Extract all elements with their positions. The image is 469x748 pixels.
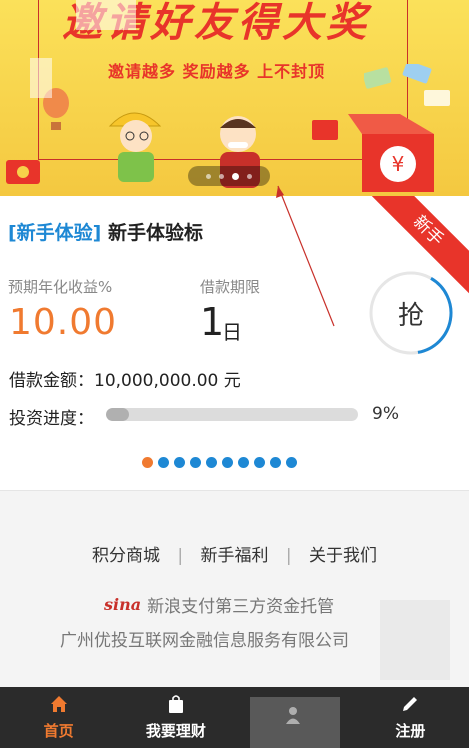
rate-value: 10.00 xyxy=(9,302,118,343)
progress-bar xyxy=(106,408,358,421)
bag-icon xyxy=(168,695,183,713)
tab-label: 注册 xyxy=(395,722,426,740)
page: 邀请好友得大奖 邀请越多 奖励越多 上不封顶 ¥ 新手 [新手体验] 新手体验标… xyxy=(0,0,469,748)
term-label: 借款期限 xyxy=(200,278,261,296)
worker-character-illustration xyxy=(108,112,162,182)
tab-invest[interactable]: 我要理财 xyxy=(117,687,234,748)
pager-dot[interactable] xyxy=(206,457,217,468)
pager-dot[interactable] xyxy=(174,457,185,468)
promo-banner[interactable]: 邀请好友得大奖 邀请越多 奖励越多 上不封顶 ¥ xyxy=(0,0,469,196)
red-envelope-illustration xyxy=(312,120,338,140)
banner-subtitle: 邀请越多 奖励越多 上不封顶 xyxy=(108,62,326,81)
product-name: 新手体验标 xyxy=(108,222,204,244)
custody-text: 新浪支付第三方资金托管 xyxy=(147,597,335,617)
tab-label: 首页 xyxy=(43,722,74,740)
progress-label: 投资进度： xyxy=(9,409,94,429)
carousel-dot[interactable] xyxy=(247,173,252,179)
buy-button[interactable]: 抢 xyxy=(369,271,453,355)
flying-bill-illustration xyxy=(364,64,450,106)
pager-dot[interactable] xyxy=(286,457,297,468)
gift-box-illustration: ¥ xyxy=(348,114,434,192)
company-name: 广州优投互联网金融信息服务有限公司 xyxy=(60,631,349,651)
term-unit: 日 xyxy=(222,320,242,344)
pager-dot[interactable] xyxy=(222,457,233,468)
link-separator: | xyxy=(285,546,292,566)
buy-label: 抢 xyxy=(397,300,424,331)
pager-dot[interactable] xyxy=(158,457,169,468)
redaction-blur xyxy=(380,600,450,680)
progress-percent: 9% xyxy=(372,404,399,424)
progress-fill xyxy=(106,408,129,421)
link-newbie-benefits[interactable]: 新手福利 xyxy=(201,546,269,566)
term-value: 1 xyxy=(200,300,225,344)
rate-label: 预期年化收益% xyxy=(8,278,113,296)
pager-dot[interactable] xyxy=(270,457,281,468)
redaction-blur xyxy=(250,697,340,748)
redaction-blur xyxy=(30,58,52,98)
pager-dot[interactable] xyxy=(254,457,265,468)
red-envelope-illustration xyxy=(6,160,40,184)
pager-dot[interactable] xyxy=(142,457,153,468)
link-separator: | xyxy=(177,546,184,566)
product-title: [新手体验] 新手体验标 xyxy=(8,218,203,245)
product-card[interactable]: 新手 [新手体验] 新手体验标 预期年化收益% 10.00 借款期限 1 日 抢… xyxy=(0,196,469,491)
carousel-dot[interactable] xyxy=(232,172,239,180)
redaction-blur xyxy=(76,0,136,30)
carousel-dot[interactable] xyxy=(219,173,224,179)
amount-label: 借款金额： xyxy=(9,371,94,391)
sina-logo: sina xyxy=(104,595,142,614)
product-tag: [新手体验] xyxy=(8,222,102,244)
custody-notice: sina 新浪支付第三方资金托管 xyxy=(104,592,334,617)
svg-text:¥: ¥ xyxy=(392,152,405,176)
link-points-mall[interactable]: 积分商城 xyxy=(92,546,160,566)
link-about-us[interactable]: 关于我们 xyxy=(309,546,377,566)
pager-dot[interactable] xyxy=(190,457,201,468)
tab-register[interactable]: 注册 xyxy=(352,687,469,748)
tab-home[interactable]: 首页 xyxy=(0,687,117,748)
footer-links: 积分商城 | 新手福利 | 关于我们 xyxy=(0,541,469,566)
product-pager[interactable] xyxy=(142,457,297,468)
tab-label: 我要理财 xyxy=(145,722,206,740)
amount-row: 借款金额：10,000,000.00 元 xyxy=(9,366,241,391)
pencil-icon xyxy=(403,697,418,711)
amount-value: 10,000,000.00 元 xyxy=(94,371,241,391)
bottom-tab-bar: 首页 我要理财 注册 xyxy=(0,687,469,748)
home-icon xyxy=(50,696,67,712)
carousel-indicator[interactable] xyxy=(188,166,270,186)
carousel-dot[interactable] xyxy=(206,173,211,179)
pager-dot[interactable] xyxy=(238,457,249,468)
